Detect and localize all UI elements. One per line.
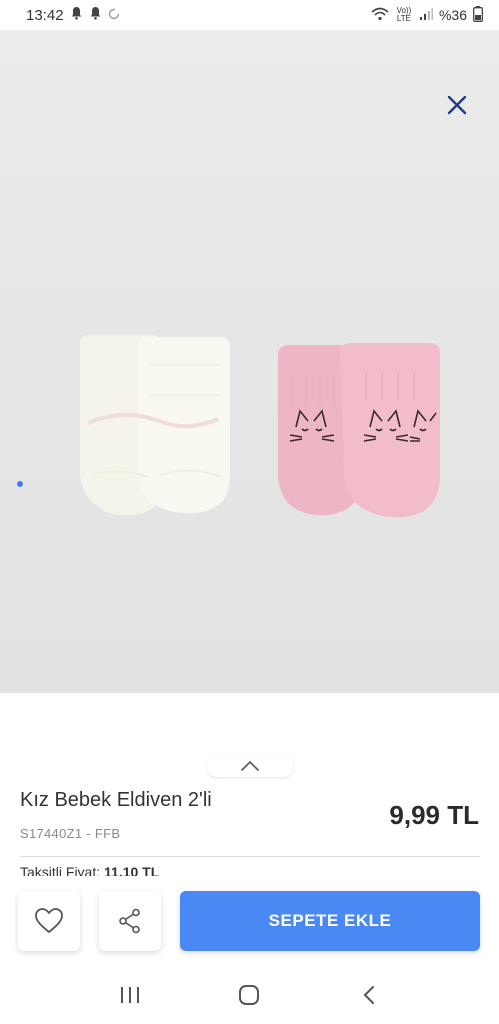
recent-apps-icon: [120, 986, 139, 1003]
network-label: Vo)) LTE: [396, 6, 412, 23]
product-image: [0, 30, 499, 693]
status-bar: 13:42 Vo)) LTE %36: [0, 0, 499, 30]
share-icon: [119, 908, 140, 934]
heart-icon: [35, 908, 63, 933]
sync-icon: [108, 7, 120, 24]
close-button[interactable]: [440, 88, 474, 122]
signal-icon: [419, 7, 433, 23]
notification-bell-icon: [70, 6, 83, 24]
cream-mitten-pair: [80, 335, 230, 516]
installment-label: Taksitli Fiyat:: [20, 864, 101, 876]
installment-price: Taksitli Fiyat: 11,10 TL: [20, 862, 159, 876]
share-button[interactable]: [99, 891, 161, 951]
product-sku: S17440Z1 - FFB: [20, 826, 121, 841]
pink-mitten-pair: [278, 343, 440, 518]
clock: 13:42: [26, 6, 64, 24]
recent-apps-button[interactable]: [100, 975, 160, 1015]
status-right: Vo)) LTE %36: [371, 5, 483, 25]
product-photo: [80, 335, 440, 518]
battery-icon: [473, 5, 483, 25]
close-icon: [447, 95, 467, 115]
add-to-cart-button[interactable]: SEPETE EKLE: [180, 891, 480, 951]
status-left: 13:42: [26, 6, 120, 24]
wifi-icon: [371, 7, 389, 24]
battery-label: %36: [438, 7, 467, 23]
installment-value: 11,10 TL: [104, 864, 160, 876]
back-button[interactable]: [339, 975, 399, 1015]
chevron-up-icon: [241, 761, 259, 771]
favorite-button[interactable]: [18, 891, 80, 951]
expand-handle[interactable]: [207, 755, 293, 777]
home-icon: [239, 984, 260, 1005]
notification-bell-icon: [89, 6, 102, 24]
divider: [20, 856, 480, 857]
home-button[interactable]: [219, 975, 279, 1015]
back-icon: [363, 985, 375, 1004]
product-price: 9,99 TL: [389, 800, 479, 830]
product-title: Kız Bebek Eldiven 2'li: [20, 789, 212, 811]
carousel-indicator: [17, 481, 23, 487]
system-nav-bar: [0, 965, 499, 1024]
